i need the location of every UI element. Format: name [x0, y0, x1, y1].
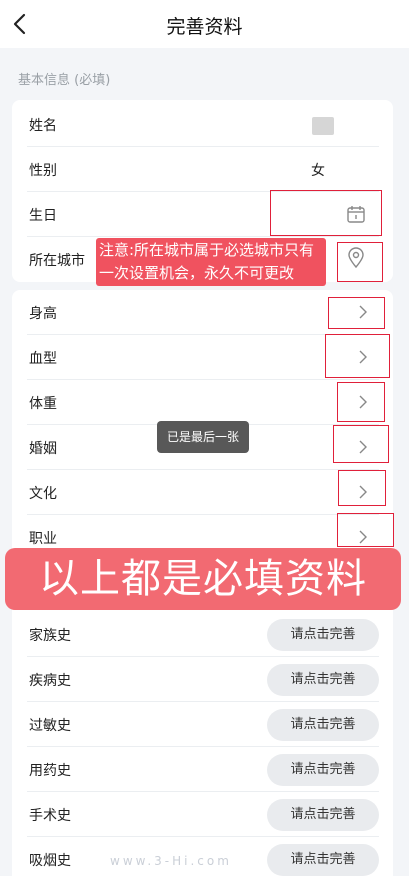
complete-button[interactable]: 请点击完善: [267, 754, 379, 786]
watermark: www.3-Hi.com: [110, 854, 232, 868]
row-label: 身高: [29, 306, 57, 322]
required-banner: 以上都是必填资料: [5, 548, 401, 610]
row-label: 过敏史: [29, 718, 71, 734]
row-label: 吸烟史: [29, 853, 71, 869]
weight-row[interactable]: 体重: [27, 380, 379, 425]
gender-value: 女: [311, 163, 325, 179]
disease-history-row: 疾病史 请点击完善: [27, 657, 379, 702]
row-label: 体重: [29, 396, 57, 412]
row-label: 文化: [29, 486, 57, 502]
row-label: 姓名: [29, 118, 57, 134]
height-row[interactable]: 身高: [27, 290, 379, 335]
header-bar: 完善资料: [0, 0, 409, 48]
medication-history-row: 用药史 请点击完善: [27, 747, 379, 792]
annotation-box-marriage: [333, 425, 389, 463]
family-history-row: 家族史 请点击完善: [27, 612, 379, 657]
annotation-box-birthday: [270, 190, 382, 236]
annotation-box-education: [338, 470, 386, 506]
row-label: 家族史: [29, 628, 71, 644]
education-row[interactable]: 文化: [27, 470, 379, 515]
complete-button[interactable]: 请点击完善: [267, 709, 379, 741]
complete-button[interactable]: 请点击完善: [267, 844, 379, 876]
annotation-box-city: [337, 242, 383, 282]
complete-button[interactable]: 请点击完善: [267, 619, 379, 651]
section-label-basic: 基本信息 (必填): [18, 73, 111, 88]
city-notice-callout: 注意:所在城市属于必选城市只有一次设置机会，永久不可更改: [96, 238, 326, 286]
surgery-history-row: 手术史 请点击完善: [27, 792, 379, 837]
row-label: 性别: [29, 163, 57, 179]
annotation-box-weight: [337, 382, 385, 422]
row-label: 职业: [29, 531, 57, 547]
row-label: 疾病史: [29, 673, 71, 689]
annotation-box-blood-type: [325, 334, 390, 378]
name-row[interactable]: 姓名: [27, 102, 379, 147]
row-label: 婚姻: [29, 441, 57, 457]
row-label: 生日: [29, 208, 57, 224]
row-label: 手术史: [29, 808, 71, 824]
allergy-history-row: 过敏史 请点击完善: [27, 702, 379, 747]
gender-row[interactable]: 性别 女: [27, 147, 379, 192]
name-value-redacted: [312, 117, 334, 135]
annotation-box-occupation: [337, 513, 394, 547]
history-card: 家族史 请点击完善 疾病史 请点击完善 过敏史 请点击完善 用药史 请点击完善 …: [12, 598, 393, 876]
page-title: 完善资料: [166, 16, 243, 38]
annotation-box-height: [328, 297, 385, 329]
toast-message: 已是最后一张: [157, 421, 249, 453]
row-label: 所在城市: [29, 253, 85, 269]
complete-button[interactable]: 请点击完善: [267, 664, 379, 696]
complete-button[interactable]: 请点击完善: [267, 799, 379, 831]
row-label: 用药史: [29, 763, 71, 779]
row-label: 血型: [29, 351, 57, 367]
